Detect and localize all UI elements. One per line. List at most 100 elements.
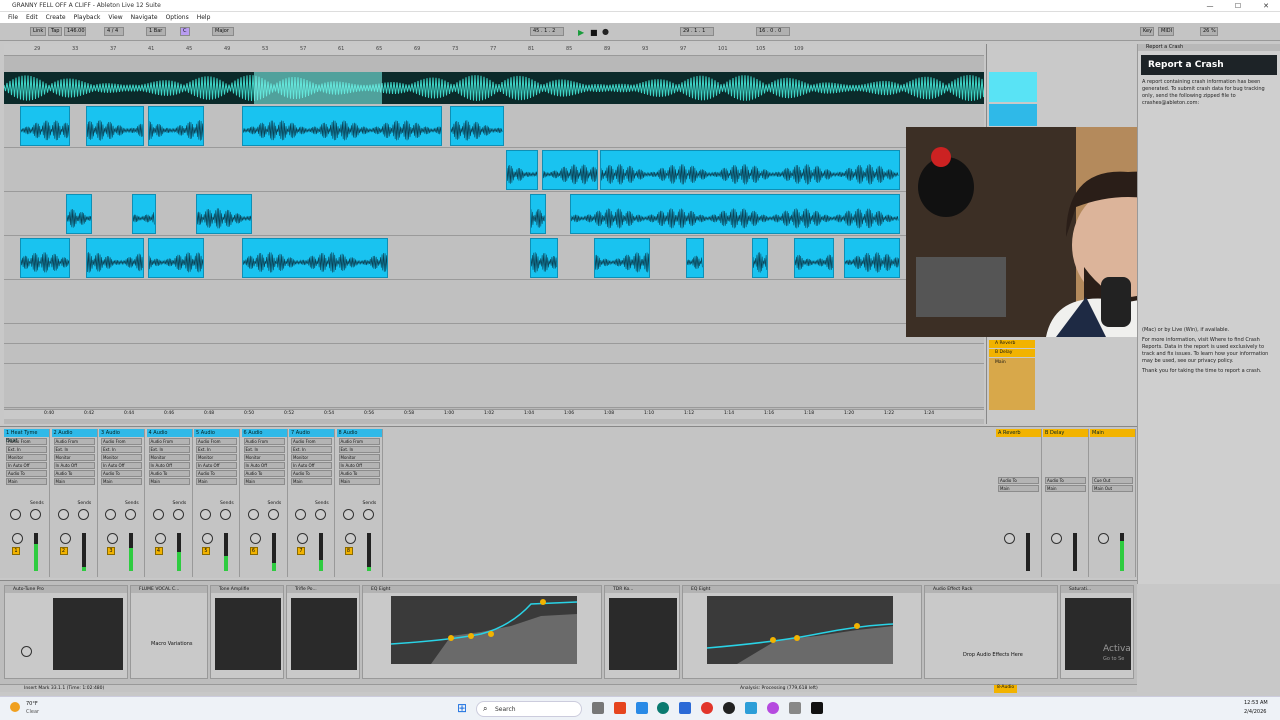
play-icon[interactable]: ▶ — [578, 28, 584, 37]
edge-icon[interactable] — [657, 702, 669, 714]
send-knob[interactable] — [77, 509, 89, 520]
eq-display[interactable] — [391, 596, 577, 664]
routing-field[interactable]: Main — [338, 478, 380, 485]
return-strip[interactable]: Main Cue Out Main Out — [1090, 429, 1136, 577]
position-field[interactable]: 45 . 1 . 2 — [530, 27, 564, 36]
routing-field[interactable]: Ext. In — [196, 446, 237, 453]
routing-field[interactable]: Ext. In — [6, 446, 47, 453]
routing-field[interactable]: Audio From — [53, 438, 95, 445]
routing-field[interactable]: Audio To — [243, 470, 285, 477]
clock-time[interactable]: 12:53 AM — [1244, 700, 1268, 706]
taskbar-search[interactable]: ⌕ Search — [476, 701, 582, 717]
routing-field[interactable]: Main — [1045, 485, 1086, 492]
mixer-strip[interactable]: 4 Audio Audio From Ext. In Monitor In Auto O… — [146, 429, 193, 577]
mixer-track-title[interactable]: 8 Audio — [336, 429, 382, 437]
routing-field[interactable]: Audio From — [338, 438, 380, 445]
routing-field[interactable]: In Auto Off — [101, 462, 142, 469]
app-icon-5[interactable] — [767, 702, 779, 714]
status-selected-track[interactable]: 8-Audio — [994, 685, 1018, 693]
routing-field[interactable]: In Auto Off — [338, 462, 380, 469]
routing-field[interactable]: Main — [243, 478, 285, 485]
device-eq-eight-2[interactable]: EQ Eight — [682, 585, 922, 679]
device-audio-effect-rack[interactable]: Audio Effect Rack Drop Audio Effects Her… — [924, 585, 1058, 679]
stop-icon[interactable]: ■ — [590, 28, 598, 37]
minimize-button[interactable]: — — [1196, 0, 1224, 12]
mixer-strip[interactable]: 2 Audio Audio From Ext. In Monitor In Auto O… — [51, 429, 98, 577]
routing-field[interactable]: Audio To — [196, 470, 237, 477]
routing-field[interactable]: Main — [53, 478, 95, 485]
mixer-track-title[interactable]: 6 Audio — [241, 429, 287, 437]
menu-options[interactable]: Options — [166, 14, 189, 21]
send-knob[interactable] — [202, 533, 213, 544]
routing-field[interactable]: Audio From — [291, 438, 332, 445]
routing-field[interactable]: In Auto Off — [243, 462, 285, 469]
routing-field[interactable]: Audio From — [196, 438, 237, 445]
task-view-icon[interactable] — [592, 702, 604, 714]
routing-field[interactable]: Cue Out — [1092, 477, 1133, 484]
app-icon-1[interactable] — [614, 702, 626, 714]
maximize-button[interactable]: ☐ — [1224, 0, 1252, 12]
routing-field[interactable]: Audio To — [338, 470, 380, 477]
audio-clip[interactable] — [752, 238, 768, 278]
audio-clip[interactable] — [844, 238, 900, 278]
eq-display[interactable] — [707, 596, 893, 664]
app-icon-6[interactable] — [789, 702, 801, 714]
audio-clip[interactable] — [530, 194, 546, 234]
mixer-strip[interactable]: 6 Audio Audio From Ext. In Monitor In Auto O… — [241, 429, 288, 577]
return-title[interactable]: A Reverb — [996, 429, 1041, 437]
routing-field[interactable]: Ext. In — [243, 446, 285, 453]
routing-field[interactable]: Ext. In — [148, 446, 190, 453]
device-tone-amplifier[interactable]: Tone Amplifie — [210, 585, 284, 679]
routing-field[interactable]: In Auto Off — [148, 462, 190, 469]
mixer-track-title[interactable]: 4 Audio — [146, 429, 192, 437]
device-flume-vocal[interactable]: FLUME VOCAL C... Macro Variations — [130, 585, 208, 679]
routing-field[interactable]: Main — [196, 478, 237, 485]
audio-clip[interactable] — [542, 150, 598, 190]
routing-field[interactable]: Audio To — [101, 470, 142, 477]
main-header[interactable]: Main — [989, 358, 1035, 410]
mixer-strip[interactable]: 8 Audio Audio From Ext. In Monitor In Auto O… — [336, 429, 383, 577]
audio-clip[interactable] — [600, 150, 900, 190]
routing-field[interactable]: Monitor — [53, 454, 95, 461]
mixer-track-title[interactable]: 3 Audio — [99, 429, 144, 437]
track-activator[interactable]: 4 — [154, 547, 163, 555]
mixer-track-title[interactable]: 5 Audio — [194, 429, 239, 437]
mixer-strip[interactable]: 3 Audio Audio From Ext. In Monitor In Auto O… — [99, 429, 145, 577]
track-activator[interactable]: 8 — [344, 547, 353, 555]
app-icon-2[interactable] — [636, 702, 648, 714]
explorer-icon[interactable] — [679, 702, 691, 714]
audio-clip[interactable] — [196, 194, 252, 234]
track-lane[interactable] — [4, 364, 984, 408]
routing-field[interactable]: Monitor — [338, 454, 380, 461]
mixer-strip[interactable]: 1 Heat Tyme BeatAudio FromExt. InMonitor… — [4, 429, 50, 577]
routing-field[interactable]: Main — [6, 478, 47, 485]
send-knob[interactable] — [57, 509, 69, 520]
routing-field[interactable]: Main Out — [1092, 485, 1133, 492]
audio-clip[interactable] — [242, 106, 442, 146]
track-activator[interactable]: 6 — [249, 547, 258, 555]
send-knob[interactable] — [152, 509, 164, 520]
routing-field[interactable]: Audio From — [101, 438, 142, 445]
track-header-2[interactable] — [989, 104, 1037, 126]
app-icon-3[interactable] — [723, 702, 735, 714]
return-header-delay[interactable]: B Delay — [989, 349, 1035, 357]
routing-field[interactable]: Ext. In — [101, 446, 142, 453]
send-knob[interactable] — [10, 509, 21, 520]
quantize-menu[interactable]: 1 Bar — [146, 27, 166, 36]
audio-clip[interactable] — [132, 194, 156, 234]
menu-create[interactable]: Create — [46, 14, 66, 21]
send-knob[interactable] — [344, 533, 356, 544]
routing-field[interactable]: Audio From — [243, 438, 285, 445]
send-knob[interactable] — [12, 533, 23, 544]
audio-clip[interactable] — [86, 238, 144, 278]
loop-start-field[interactable]: 29 . 1 . 1 — [680, 27, 714, 36]
mixer-track-title[interactable]: 1 Heat Tyme Beat — [4, 429, 49, 444]
device-auto-tune[interactable]: Auto-Tune Pro — [4, 585, 128, 679]
audio-clip[interactable] — [594, 238, 650, 278]
mixer-track-title[interactable]: 2 Audio — [51, 429, 97, 437]
send-knob[interactable] — [297, 533, 308, 544]
pan-knob[interactable] — [1051, 533, 1062, 544]
scale-field[interactable]: Major — [212, 27, 234, 36]
audio-clip[interactable] — [450, 106, 504, 146]
send-knob[interactable] — [267, 509, 279, 520]
